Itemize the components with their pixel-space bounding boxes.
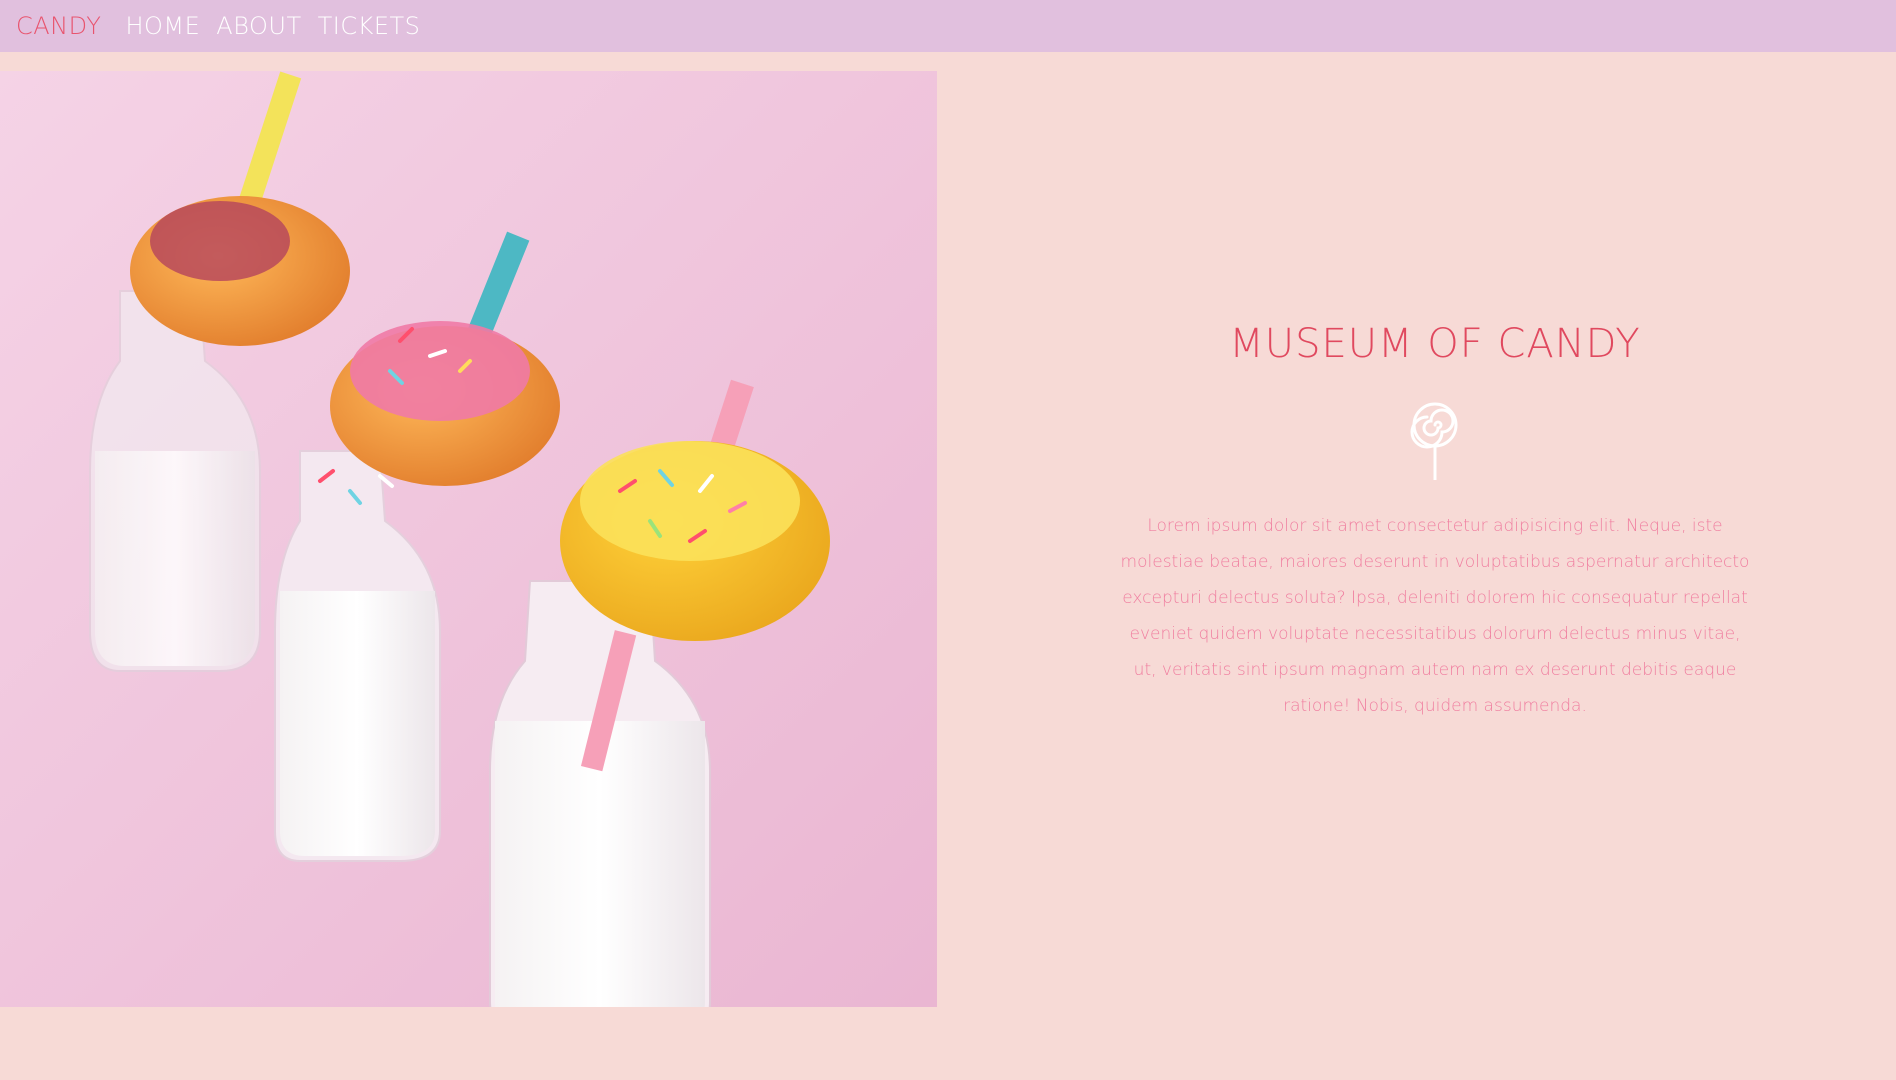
hero-image — [0, 71, 937, 1007]
top-navbar: CANDY HOME ABOUT TICKETS — [0, 0, 1896, 52]
intro-paragraph: Lorem ipsum dolor sit amet consectetur a… — [1120, 516, 1750, 716]
brand-logo-link[interactable]: CANDY — [16, 12, 101, 40]
lollipop-icon — [1410, 402, 1458, 480]
page-title: MUSEUM OF CANDY — [1229, 321, 1641, 367]
nav-link-home[interactable]: HOME — [125, 12, 200, 40]
donut-milk-illustration — [0, 71, 937, 1007]
nav-link-about[interactable]: ABOUT — [216, 12, 301, 40]
nav-link-tickets[interactable]: TICKETS — [318, 12, 421, 40]
museum-intro: MUSEUM OF CANDY Lorem ipsum dolor sit am… — [1120, 320, 1750, 724]
